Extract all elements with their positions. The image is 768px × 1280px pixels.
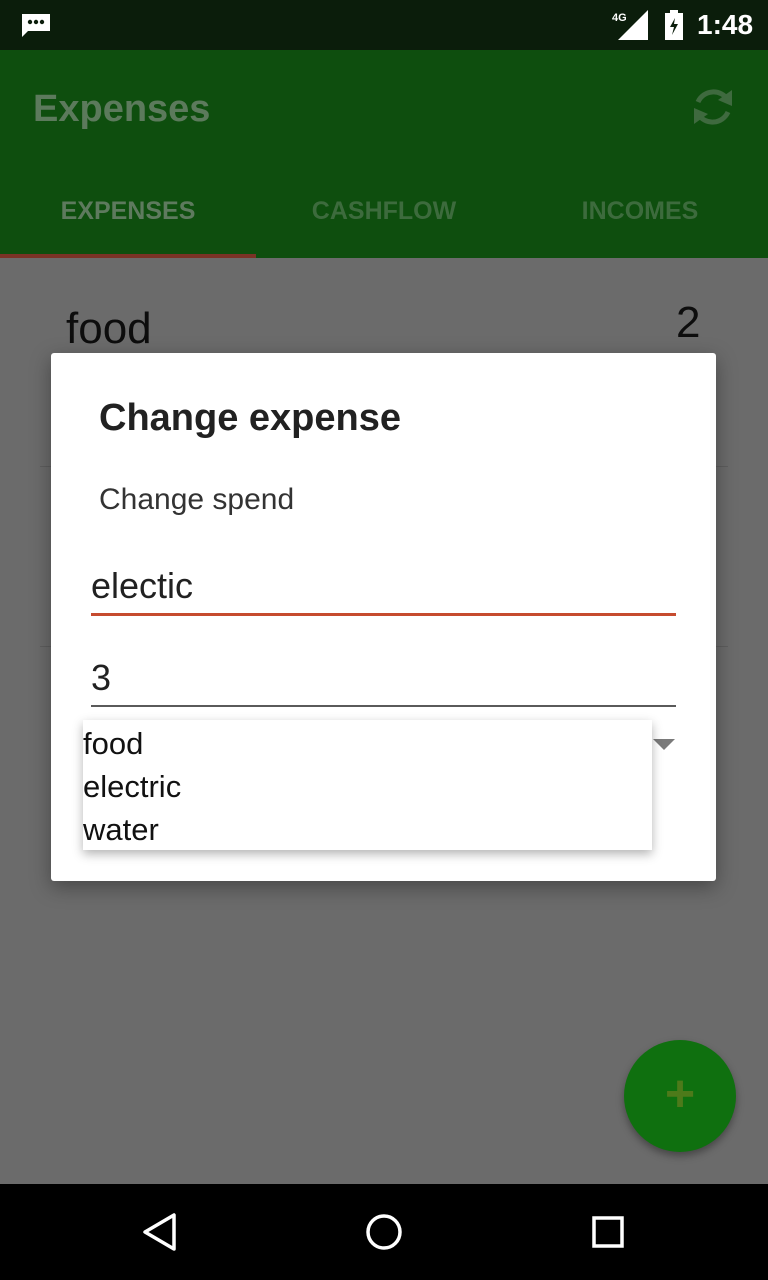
svg-text:4G: 4G (612, 12, 627, 24)
category-dropdown: food electric water (83, 720, 652, 850)
status-bar: 4G 1:48 (0, 0, 768, 50)
expense-amount-input[interactable] (91, 657, 676, 707)
dropdown-option-food[interactable]: food (83, 726, 143, 762)
dropdown-option-electric[interactable]: electric (83, 769, 181, 805)
dropdown-option-water[interactable]: water (83, 812, 159, 848)
signal-icon: 4G (612, 10, 648, 40)
expense-name-input[interactable] (91, 565, 676, 616)
battery-icon (665, 10, 683, 40)
dialog-message: Change spend (99, 483, 295, 516)
tab-expenses[interactable]: EXPENSES (0, 182, 256, 258)
dialog-title: Change expense (99, 397, 401, 439)
list-item-name: food (66, 304, 152, 353)
add-button[interactable]: + (624, 1040, 736, 1152)
recent-apps-icon[interactable] (588, 1212, 628, 1252)
tab-incomes[interactable]: INCOMES (512, 182, 768, 258)
app-title: Expenses (33, 88, 211, 130)
tab-cashflow[interactable]: CASHFLOW (256, 182, 512, 258)
status-time: 1:48 (697, 9, 754, 40)
message-icon (22, 14, 50, 37)
app-bar: Expenses EXPENSES CASHFLOW INCOMES (0, 50, 768, 258)
home-icon[interactable] (364, 1212, 404, 1252)
refresh-icon[interactable] (688, 82, 738, 132)
chevron-down-icon[interactable] (653, 739, 675, 750)
list-item-value: 2 (676, 298, 701, 347)
back-icon[interactable] (140, 1212, 180, 1252)
tab-bar: EXPENSES CASHFLOW INCOMES (0, 182, 768, 258)
navigation-bar (0, 1184, 768, 1280)
